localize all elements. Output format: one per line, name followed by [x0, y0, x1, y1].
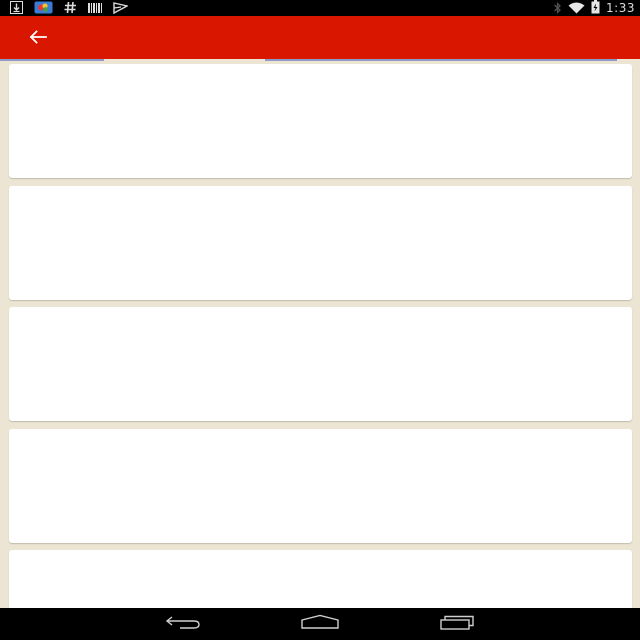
nav-back-button[interactable] [163, 614, 203, 634]
home-nav-icon [300, 614, 340, 634]
list-card[interactable] [9, 186, 632, 300]
system-icons: 1:33 [553, 0, 635, 16]
status-time: 1:33 [606, 1, 635, 15]
navigation-bar [0, 608, 640, 640]
recents-nav-icon [438, 614, 476, 634]
bluetooth-icon [553, 0, 562, 18]
back-nav-icon [164, 614, 202, 634]
nav-home-button[interactable] [300, 614, 340, 634]
photos-icon [34, 0, 53, 18]
hashtag-icon [64, 0, 77, 18]
download-icon [10, 0, 23, 18]
app-bar [0, 16, 640, 59]
nav-recents-button[interactable] [437, 614, 477, 634]
back-button[interactable] [24, 26, 52, 50]
list-card[interactable] [9, 64, 632, 178]
list-card[interactable] [9, 550, 632, 608]
battery-charging-icon [591, 0, 600, 18]
notification-icons [10, 0, 129, 18]
arrow-left-icon [29, 29, 47, 48]
wifi-icon [568, 0, 585, 18]
status-bar: 1:33 [0, 0, 640, 16]
list-card[interactable] [9, 307, 632, 421]
mail-icon [113, 0, 129, 18]
card-list[interactable] [0, 61, 640, 608]
list-card[interactable] [9, 429, 632, 543]
barcode-icon [88, 0, 102, 18]
